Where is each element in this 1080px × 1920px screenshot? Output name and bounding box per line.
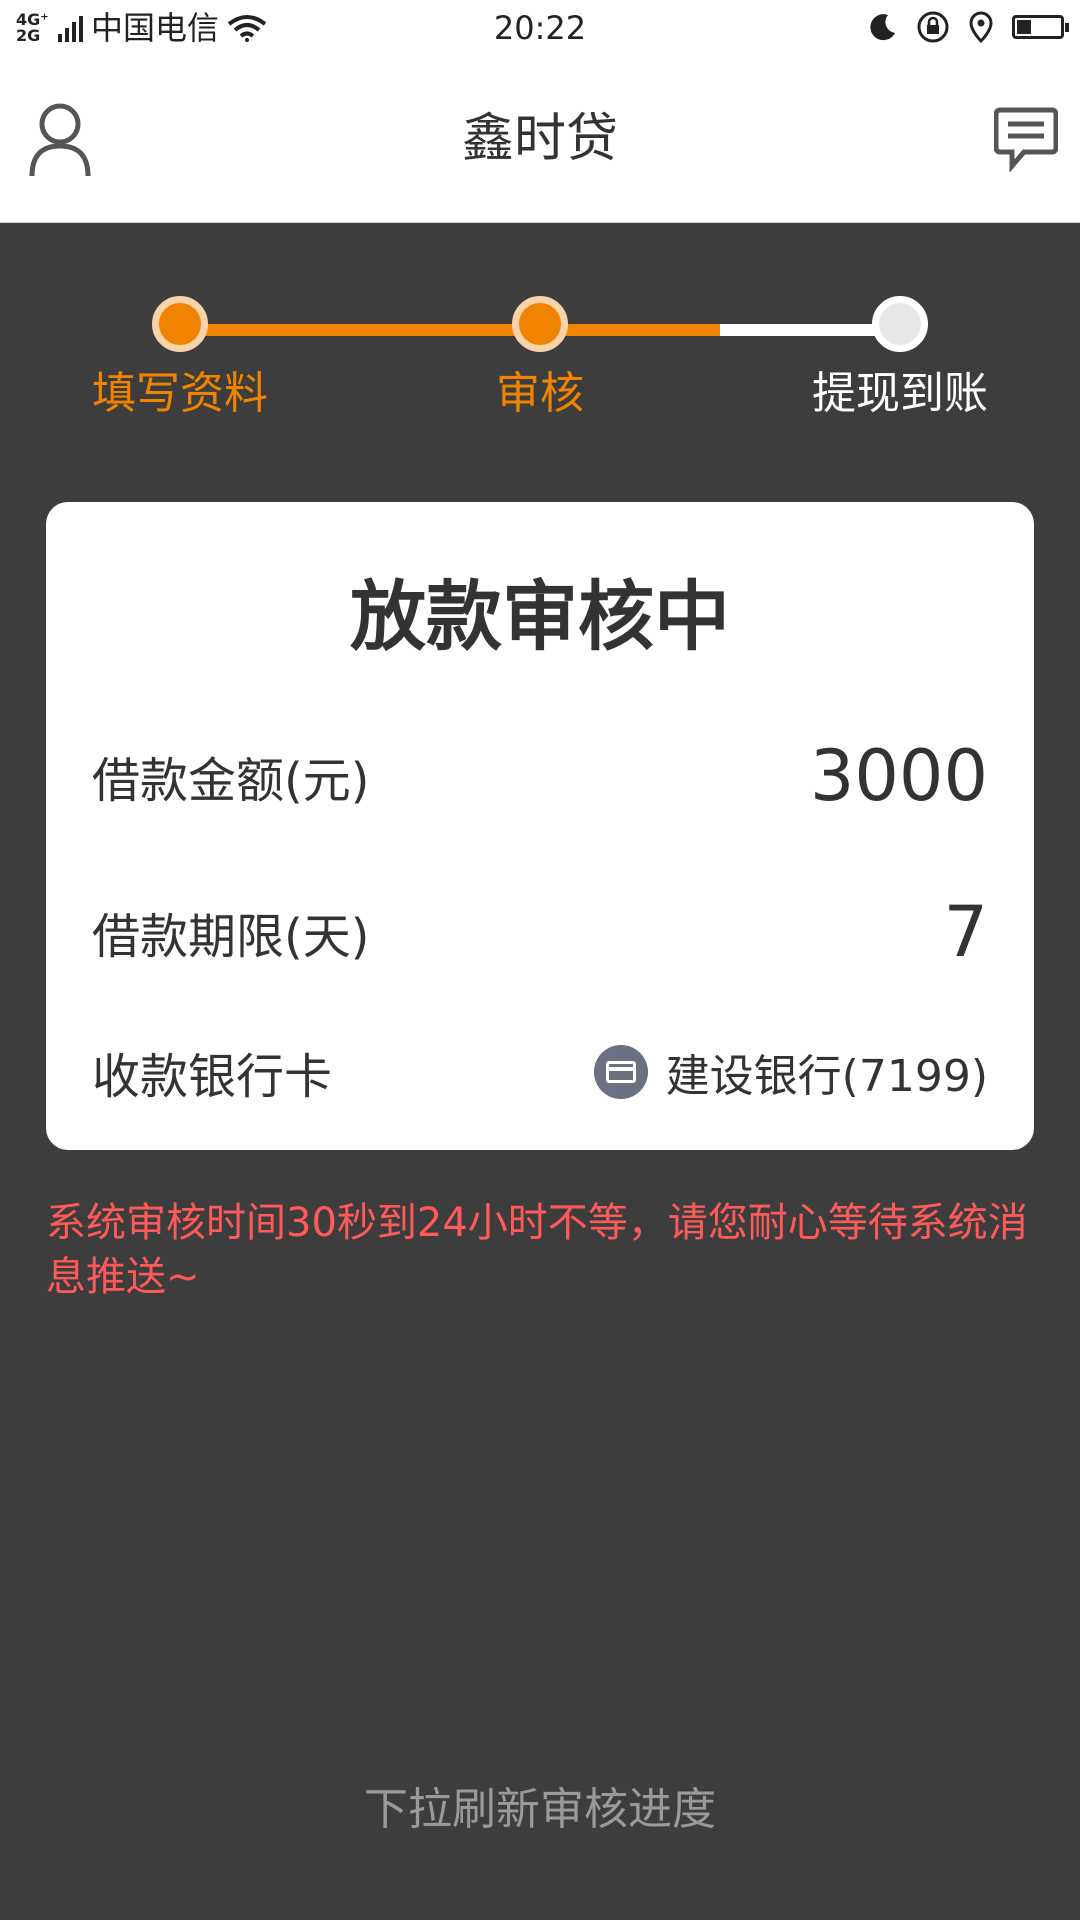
- status-bar-right: [866, 10, 1069, 44]
- bank-card-row: 收款银行卡 建设银行(7199): [92, 1022, 988, 1122]
- review-notice: 系统审核时间30秒到24小时不等，请您耐心等待系统消息推送~: [46, 1200, 1028, 1300]
- location-icon: [969, 11, 993, 43]
- step-dot-fill-info: [152, 296, 208, 352]
- progress-line-done: [180, 324, 720, 336]
- step-dot-review: [512, 296, 568, 352]
- loan-amount-value: 3000: [809, 735, 988, 817]
- progress-steps: 填写资料 审核 提现到账: [0, 290, 1080, 430]
- card-title: 放款审核中: [350, 572, 730, 661]
- loan-amount-row: 借款金额(元) 3000: [92, 726, 988, 826]
- step-dot-withdraw: [872, 296, 928, 352]
- step-label-fill-info: 填写资料: [92, 368, 268, 419]
- loan-term-label: 借款期限(天): [92, 909, 370, 965]
- message-icon[interactable]: [994, 106, 1058, 172]
- bank-card-value-group: 建设银行(7199): [593, 1040, 988, 1104]
- moon-icon: [870, 14, 895, 41]
- step-label-review: 审核: [496, 368, 584, 419]
- loan-status-card: 放款审核中 借款金额(元) 3000 借款期限(天) 7 收款银行卡 建设银行(…: [46, 502, 1034, 1150]
- app-header: 鑫时贷: [0, 56, 1080, 223]
- loan-term-row: 借款期限(天) 7: [92, 882, 988, 982]
- bank-card-icon: [593, 1045, 648, 1099]
- battery-icon: [1012, 15, 1069, 39]
- status-bar: 4G⁺ 2G 中国电信 20:22: [0, 0, 1080, 56]
- loan-term-value: 7: [943, 891, 988, 973]
- bank-card-label: 收款银行卡: [92, 1049, 333, 1105]
- page-title: 鑫时贷: [461, 109, 618, 169]
- bank-card-value: 建设银行(7199): [665, 1051, 988, 1102]
- loan-amount-label: 借款金额(元): [92, 753, 370, 809]
- step-label-withdraw: 提现到账: [812, 368, 988, 419]
- rotation-lock-icon: [917, 11, 949, 43]
- pull-refresh-hint: 下拉刷新审核进度: [364, 1784, 716, 1835]
